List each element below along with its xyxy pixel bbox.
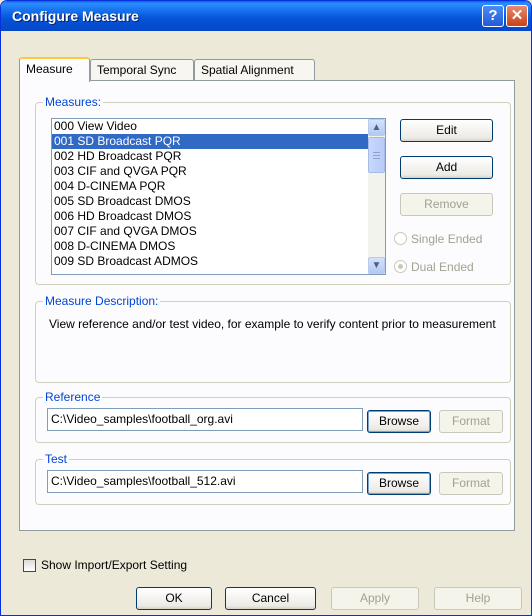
radio-circle	[394, 232, 407, 245]
single-ended-label: Single Ended	[411, 232, 483, 246]
reference-browse-button[interactable]: Browse	[367, 410, 431, 433]
list-item[interactable]: 005 SD Broadcast DMOS	[52, 194, 385, 209]
reference-path-input[interactable]: C:\Video_samples\football_org.avi	[47, 408, 363, 431]
reference-format-button[interactable]: Format	[439, 410, 503, 433]
tab-spatial-alignment[interactable]: Spatial Alignment	[194, 59, 315, 80]
show-import-export-checkbox[interactable]	[23, 559, 36, 572]
title-bar[interactable]: Configure Measure ? ✕	[1, 1, 531, 31]
measure-description-group: Measure Description:	[35, 294, 511, 383]
close-icon[interactable]: ✕	[506, 5, 528, 27]
window-title: Configure Measure	[12, 8, 139, 24]
help-button[interactable]: Help	[434, 587, 522, 610]
single-ended-radio[interactable]: Single Ended	[394, 232, 482, 248]
test-legend: Test	[43, 452, 70, 466]
scroll-up-icon[interactable]: ▲	[368, 119, 385, 136]
test-format-button[interactable]: Format	[439, 472, 503, 495]
ok-button[interactable]: OK	[136, 587, 212, 610]
configure-measure-dialog: Configure Measure ? ✕ Measure Temporal S…	[0, 0, 532, 616]
measures-legend: Measures:	[43, 95, 104, 109]
grip-line	[373, 158, 380, 159]
list-item[interactable]: 003 CIF and QVGA PQR	[52, 164, 385, 179]
edit-button[interactable]: Edit	[400, 119, 493, 142]
remove-button[interactable]: Remove	[400, 193, 493, 216]
test-browse-button[interactable]: Browse	[367, 472, 431, 495]
measure-description-legend: Measure Description:	[43, 294, 161, 308]
add-button[interactable]: Add	[400, 156, 493, 179]
test-path-input[interactable]: C:\Video_samples\football_512.avi	[47, 470, 363, 493]
list-item[interactable]: 006 HD Broadcast DMOS	[52, 209, 385, 224]
measures-scrollbar[interactable]: ▲ ▼	[368, 119, 385, 274]
dual-ended-radio[interactable]: Dual Ended	[394, 260, 474, 276]
list-item[interactable]: 008 D-CINEMA DMOS	[52, 239, 385, 254]
show-import-export-label[interactable]: Show Import/Export Setting	[41, 558, 187, 572]
list-item[interactable]: 002 HD Broadcast PQR	[52, 149, 385, 164]
list-item[interactable]: 009 SD Broadcast ADMOS	[52, 254, 385, 269]
list-item[interactable]: 004 D-CINEMA PQR	[52, 179, 385, 194]
grip-line	[373, 155, 380, 156]
cancel-button[interactable]: Cancel	[225, 587, 316, 610]
reference-legend: Reference	[43, 390, 103, 404]
measure-description-text: View reference and/or test video, for ex…	[49, 317, 496, 331]
help-icon[interactable]: ?	[482, 5, 504, 27]
grip-line	[373, 152, 380, 153]
list-item-selected[interactable]: 001 SD Broadcast PQR	[52, 134, 385, 149]
radio-circle-checked	[394, 260, 407, 273]
measures-listbox[interactable]: 000 View Video 001 SD Broadcast PQR 002 …	[51, 118, 386, 275]
radio-dot	[398, 264, 403, 269]
dual-ended-label: Dual Ended	[411, 260, 474, 274]
list-item[interactable]: 007 CIF and QVGA DMOS	[52, 224, 385, 239]
tab-temporal-sync[interactable]: Temporal Sync	[90, 59, 194, 80]
scroll-down-icon[interactable]: ▼	[368, 257, 385, 274]
scroll-thumb[interactable]	[368, 137, 385, 173]
list-item[interactable]: 000 View Video	[52, 119, 385, 134]
apply-button[interactable]: Apply	[331, 587, 419, 610]
tab-measure[interactable]: Measure	[19, 57, 90, 82]
